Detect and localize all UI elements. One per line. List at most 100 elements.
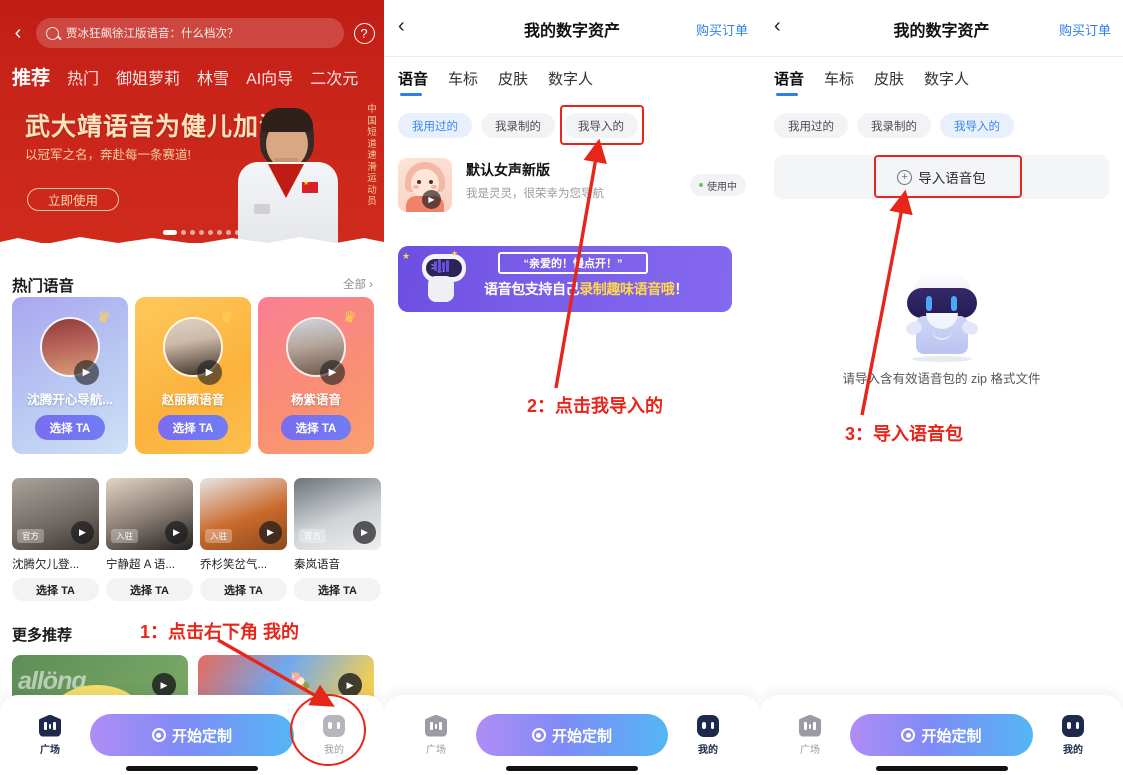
- plaza-icon: [425, 714, 447, 737]
- badge: 官方: [17, 529, 45, 543]
- select-ta-button[interactable]: 选择 TA: [158, 415, 228, 440]
- purchase-orders-link[interactable]: 购买订单: [696, 20, 748, 39]
- play-icon[interactable]: ▶: [165, 521, 188, 544]
- robot-mascot-icon: [894, 270, 990, 366]
- chip-used[interactable]: 我用过的: [398, 113, 472, 138]
- play-icon[interactable]: ▶: [152, 673, 176, 697]
- hot-voice-card[interactable]: ♛ ▶ 杨紫语音 选择 TA: [258, 297, 374, 454]
- hot-voice-card[interactable]: ♛ ▶ 赵丽颖语音 选择 TA: [135, 297, 251, 454]
- bottom-nav-mine-label: 我的: [1063, 744, 1083, 756]
- mine-icon: [1062, 714, 1084, 737]
- bottom-nav-bar: 广场 开始定制 我的: [760, 695, 1123, 775]
- promo-banner[interactable]: >_| ★ ★ “亲爱的！慢点开！” 语音包支持自己录制趣味语音哦！: [398, 246, 732, 312]
- banner-main-text: 语音包支持自己录制趣味语音哦！: [484, 279, 688, 299]
- purchase-orders-link[interactable]: 购买订单: [1059, 20, 1111, 39]
- play-icon[interactable]: ▶: [197, 360, 222, 385]
- voice-grid-item[interactable]: 官方 ▶ 沈腾欠儿登... 选择 TA: [12, 478, 99, 601]
- annotation-highlight-circle-mine-tab: [290, 694, 366, 766]
- tab-skin[interactable]: 皮肤: [498, 68, 528, 96]
- nav-tab-recommend[interactable]: 推荐: [12, 63, 50, 90]
- voice-list-item[interactable]: ▶ 默认女声新版 我是灵灵，很荣幸为您导航 使用中: [398, 158, 746, 216]
- record-dot-icon: [901, 728, 916, 742]
- start-customize-button[interactable]: 开始定制: [476, 714, 668, 756]
- status-badge-label: 使用中: [707, 181, 737, 193]
- assets-tabs: 语音 车标 皮肤 数字人: [398, 68, 593, 96]
- hot-voice-name: 杨紫语音: [290, 393, 341, 407]
- voice-item-name: 默认女声新版: [466, 162, 550, 178]
- voice-name: 秦岚语音: [294, 559, 340, 571]
- phone-panel-assets-imported: ‹ 我的数字资产 购买订单 语音 车标 皮肤 数字人 我用过的 我录制的 我导入…: [760, 0, 1123, 775]
- tab-car-logo[interactable]: 车标: [824, 68, 854, 96]
- hot-voice-cards: ♛ ▶ 沈腾开心导航... 选择 TA ♛ ▶ 赵丽颖语音 选择 TA ♛ ▶ …: [12, 297, 374, 454]
- voice-grid-item[interactable]: 入驻 ▶ 乔杉笑岔气... 选择 TA: [200, 478, 287, 601]
- nav-tab-ai-guide[interactable]: AI向导: [246, 65, 293, 89]
- tab-voice[interactable]: 语音: [774, 68, 804, 96]
- status-badge: 使用中: [690, 174, 746, 196]
- hero-subtitle: 以冠军之名，奔赴每一条赛道!: [25, 148, 191, 162]
- nav-tab-linxue[interactable]: 林雪: [197, 65, 229, 89]
- hot-voice-card[interactable]: ♛ ▶ 沈腾开心导航... 选择 TA: [12, 297, 128, 454]
- bottom-nav-mine[interactable]: 我的: [672, 714, 744, 756]
- avatar: ▶: [398, 158, 452, 212]
- play-icon[interactable]: ▶: [320, 360, 345, 385]
- plaza-icon: [39, 714, 61, 737]
- tab-digital-human[interactable]: 数字人: [548, 68, 593, 96]
- annotation-step-2: 2：点击我导入的: [527, 396, 664, 416]
- select-ta-button[interactable]: 选择 TA: [12, 578, 99, 601]
- bottom-nav-mine[interactable]: 我的: [1037, 714, 1109, 756]
- voice-grid-item[interactable]: 官方 ▶ 秦岚语音 选择 TA: [294, 478, 381, 601]
- bottom-nav-plaza[interactable]: 广场: [14, 714, 86, 756]
- badge: 入驻: [111, 529, 139, 543]
- nav-tab-anime[interactable]: 二次元: [310, 65, 358, 89]
- tab-digital-human[interactable]: 数字人: [924, 68, 969, 96]
- bottom-nav-bar: 广场 开始定制 我的: [384, 695, 760, 775]
- assets-tabs: 语音 车标 皮肤 数字人: [774, 68, 969, 96]
- back-chevron-icon[interactable]: ‹: [0, 23, 36, 43]
- chip-recorded[interactable]: 我录制的: [481, 113, 555, 138]
- start-customize-button[interactable]: 开始定制: [850, 714, 1033, 756]
- start-customize-label: 开始定制: [171, 727, 232, 745]
- tab-voice[interactable]: 语音: [398, 68, 428, 96]
- play-icon[interactable]: ▶: [71, 521, 94, 544]
- tab-skin[interactable]: 皮肤: [874, 68, 904, 96]
- play-icon[interactable]: ▶: [422, 190, 441, 209]
- select-ta-button[interactable]: 选择 TA: [35, 415, 105, 440]
- banner-text-highlight: 录制趣味语音哦: [579, 281, 675, 297]
- bottom-nav-plaza-label: 广场: [800, 744, 820, 756]
- tab-car-logo[interactable]: 车标: [448, 68, 478, 96]
- select-ta-button[interactable]: 选择 TA: [200, 578, 287, 601]
- start-customize-label: 开始定制: [921, 727, 982, 745]
- home-indicator: [506, 766, 638, 771]
- select-ta-button[interactable]: 选择 TA: [106, 578, 193, 601]
- sticker-icon: 🍡: [290, 673, 314, 694]
- annotation-highlight-box-imported-chip: [560, 105, 644, 145]
- select-ta-button[interactable]: 选择 TA: [294, 578, 381, 601]
- search-icon: [46, 26, 59, 40]
- chip-imported[interactable]: 我导入的: [940, 113, 1014, 138]
- chip-recorded[interactable]: 我录制的: [857, 113, 931, 138]
- home-search-row: ‹ 贾冰狂飙徐江版语音：什么档次？ ?: [0, 16, 384, 50]
- nav-tab-hot[interactable]: 热门: [67, 65, 99, 89]
- play-icon[interactable]: ▶: [353, 521, 376, 544]
- star-icon: ★: [451, 249, 459, 258]
- voice-name: 沈腾欠儿登...: [12, 559, 80, 571]
- play-icon[interactable]: ▶: [338, 673, 362, 697]
- play-icon[interactable]: ▶: [259, 521, 282, 544]
- home-header-area: ‹ 贾冰狂飙徐江版语音：什么档次？ ? 推荐 热门 御姐萝莉 林雪 AI向导 二…: [0, 0, 384, 248]
- carousel-dots: [163, 230, 240, 235]
- voice-grid-item[interactable]: 入驻 ▶ 宁静超 A 语... 选择 TA: [106, 478, 193, 601]
- annotation-highlight-box-import-button: [874, 155, 1022, 198]
- hot-voices-see-all-link[interactable]: 全部 ›: [343, 276, 373, 292]
- play-icon[interactable]: ▶: [74, 360, 99, 385]
- badge: 官方: [299, 529, 327, 543]
- chip-used[interactable]: 我用过的: [774, 113, 848, 138]
- section-title-more-recommend: 更多推荐: [12, 627, 73, 644]
- start-customize-button[interactable]: 开始定制: [90, 714, 294, 756]
- hero-cta-button[interactable]: 立即使用: [27, 188, 119, 211]
- select-ta-button[interactable]: 选择 TA: [281, 415, 351, 440]
- bottom-nav-plaza[interactable]: 广场: [774, 714, 846, 756]
- search-input[interactable]: 贾冰狂飙徐江版语音：什么档次？: [36, 18, 344, 48]
- nav-tab-yujieluoli[interactable]: 御姐萝莉: [116, 65, 180, 89]
- bottom-nav-plaza[interactable]: 广场: [400, 714, 472, 756]
- help-question-icon[interactable]: ?: [344, 22, 384, 44]
